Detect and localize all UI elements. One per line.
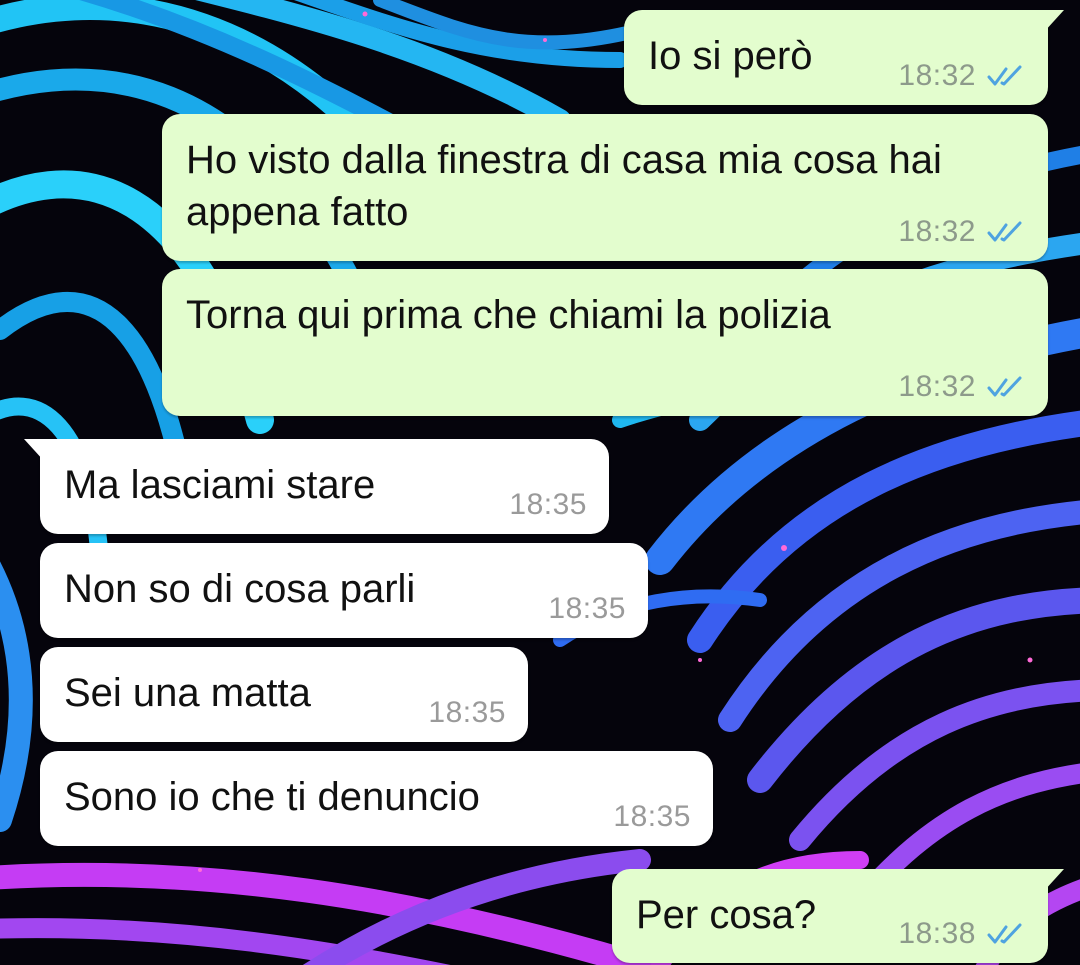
bubble-tail [24,439,44,461]
message-time: 18:35 [613,800,691,833]
message-bubble-incoming[interactable]: Ma lasciami stare 18:35 [24,439,609,534]
message-text: Sono io che ti denuncio [64,775,480,819]
message-time: 18:38 [898,917,976,950]
bubble-tail [1044,10,1064,32]
message-meta: 18:35 [548,592,626,626]
message-time: 18:35 [548,592,626,625]
message-bubble-incoming[interactable]: Sei una matta 18:35 [40,647,528,742]
message-text: Non so di cosa parli [64,567,416,611]
message-meta: 18:35 [509,488,587,522]
message-time: 18:35 [428,696,506,729]
message-meta: 18:32 [898,370,1026,404]
message-bubble-outgoing[interactable]: Per cosa? 18:38 [612,869,1064,963]
message-time: 18:32 [898,59,976,92]
message-bubble-outgoing[interactable]: Io si però 18:32 [624,10,1064,105]
message-time: 18:32 [898,370,976,403]
message-bubble-incoming[interactable]: Non so di cosa parli 18:35 [40,543,648,638]
message-time: 18:35 [509,488,587,521]
message-meta: 18:38 [898,917,1026,951]
message-bubble-outgoing[interactable]: Ho visto dalla finestra di casa mia cosa… [162,114,1048,261]
bubble-tail [1044,869,1064,891]
message-text: Torna qui prima che chiami la polizia [186,293,831,337]
message-time: 18:32 [898,215,976,248]
message-meta: 18:35 [613,800,691,834]
double-check-icon [987,65,1022,86]
message-meta: 18:32 [898,59,1026,93]
message-meta: 18:32 [898,215,1026,249]
message-meta: 18:35 [428,696,506,730]
message-text: Ma lasciami stare [64,463,376,507]
message-bubble-outgoing[interactable]: Torna qui prima che chiami la polizia 18… [162,269,1048,416]
double-check-icon [987,923,1022,944]
message-bubble-incoming[interactable]: Sono io che ti denuncio 18:35 [40,751,713,846]
double-check-icon [987,376,1022,397]
double-check-icon [987,221,1022,242]
